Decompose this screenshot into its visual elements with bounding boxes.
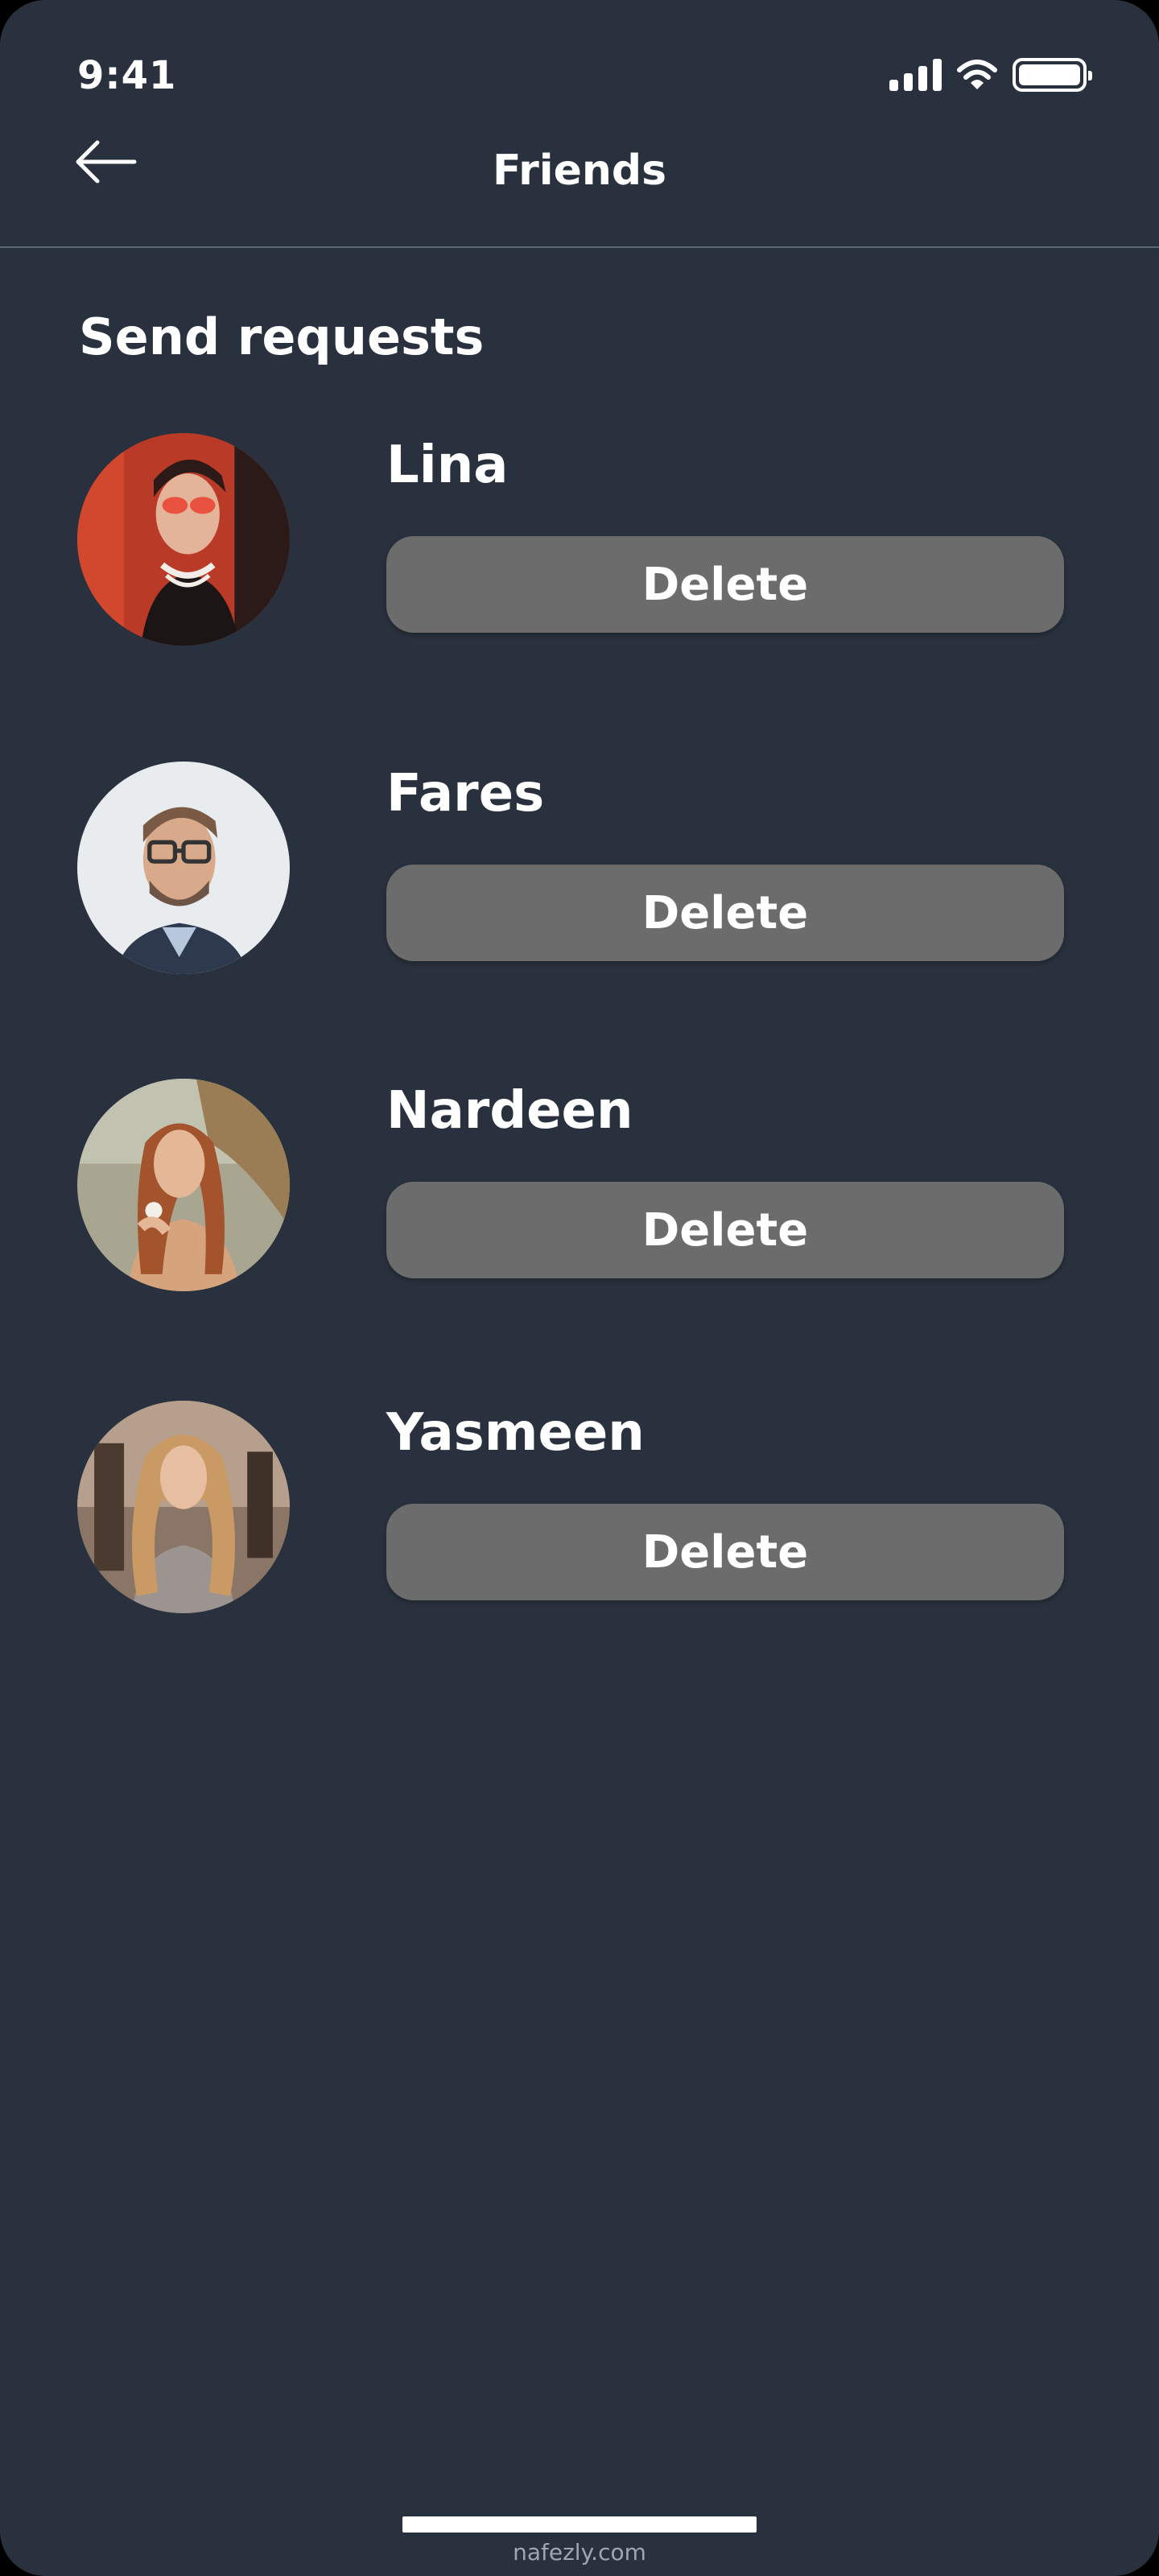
header-divider <box>0 246 1159 248</box>
avatar-fares[interactable] <box>77 762 290 974</box>
watermark: nafezly.com <box>513 2539 646 2566</box>
status-time: 9:41 <box>77 53 177 98</box>
delete-button[interactable]: Delete <box>386 536 1064 633</box>
friends-screen: 9:41 Friends Send requests Lina Delete F… <box>0 0 1159 2576</box>
request-item-lina: Lina Delete <box>0 433 1159 658</box>
delete-button[interactable]: Delete <box>386 865 1064 961</box>
request-item-fares: Fares Delete <box>0 762 1159 987</box>
section-title: Send requests <box>79 308 485 366</box>
delete-button[interactable]: Delete <box>386 1182 1064 1278</box>
wifi-icon <box>957 60 997 89</box>
home-indicator[interactable] <box>402 2516 757 2533</box>
status-icons <box>889 58 1092 92</box>
request-item-nardeen: Nardeen Delete <box>0 1079 1159 1304</box>
delete-button[interactable]: Delete <box>386 1504 1064 1600</box>
request-item-yasmeen: Yasmeen Delete <box>0 1401 1159 1626</box>
friend-name: Yasmeen <box>386 1403 645 1463</box>
avatar-yasmeen[interactable] <box>77 1401 290 1613</box>
friend-name: Fares <box>386 764 545 824</box>
friend-name: Nardeen <box>386 1081 633 1141</box>
cellular-signal-icon <box>889 59 942 91</box>
friend-name: Lina <box>386 436 509 495</box>
battery-icon <box>1013 58 1092 92</box>
page-title: Friends <box>492 147 667 195</box>
avatar-nardeen[interactable] <box>77 1079 290 1291</box>
avatar-lina[interactable] <box>77 433 290 646</box>
